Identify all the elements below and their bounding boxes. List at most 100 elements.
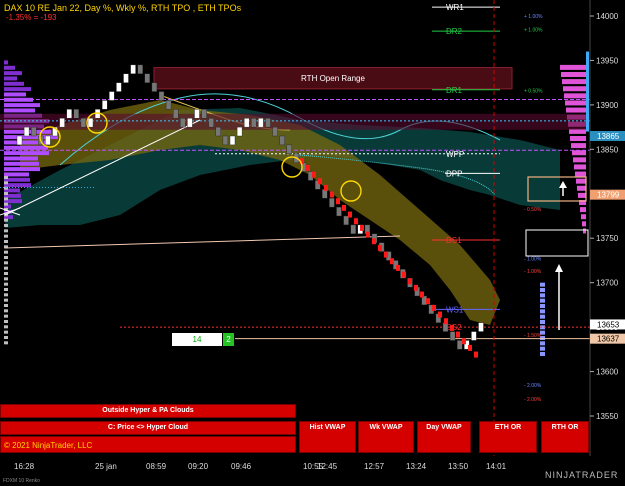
tpo-row-grey <box>4 266 8 270</box>
tpo-row <box>4 161 39 166</box>
arrow-head-2 <box>555 264 563 272</box>
renko-brick-red <box>348 211 352 218</box>
tpo-row-grey <box>4 229 8 233</box>
day-vwap-button[interactable]: Day VWAP <box>417 421 471 453</box>
tpo-right-row <box>573 157 586 163</box>
rth-or-button[interactable]: RTH OR <box>541 421 589 453</box>
copyright: © 2021 NinjaTrader, LLC <box>4 441 93 450</box>
tpo-row-grey <box>4 314 8 318</box>
renko-brick <box>45 135 51 146</box>
trend-line-flat <box>4 235 401 249</box>
renko-brick <box>229 135 236 146</box>
day-change: -1.35% = -193 <box>6 13 57 22</box>
renko-brick <box>208 118 214 128</box>
tpo-right-blue <box>540 298 545 303</box>
renko-brick <box>144 73 151 83</box>
y-tick-label: 13750 <box>596 234 619 243</box>
renko-brick <box>201 109 207 119</box>
renko-brick <box>457 340 463 350</box>
x-tick-label: 08:59 <box>146 462 167 471</box>
tpo-right-blue <box>540 314 545 319</box>
renko-brick-red <box>432 304 436 311</box>
renko-brick <box>73 109 80 119</box>
x-tick-label: 09:46 <box>231 462 252 471</box>
renko-brick-red <box>462 338 466 345</box>
tpo-row-grey <box>4 176 8 179</box>
counter-value: 14 <box>172 333 222 346</box>
renko-brick <box>151 82 158 92</box>
renko-brick-red <box>390 258 394 265</box>
tpo-row <box>4 87 31 92</box>
renko-brick <box>265 118 271 128</box>
tpo-row-grey <box>4 261 8 265</box>
renko-brick-red <box>444 318 448 325</box>
tpo-right-blue <box>540 309 545 314</box>
tpo-row-grey <box>4 330 8 334</box>
ninjatrader-logo: NINJATRADER <box>545 470 619 480</box>
wk-vwap-button[interactable]: Wk VWAP <box>358 421 414 453</box>
renko-brick <box>101 100 108 110</box>
tpo-row <box>4 183 31 188</box>
arrow-head-1 <box>559 181 567 188</box>
level-label-wr1: WR1 <box>446 3 464 12</box>
renko-brick <box>130 64 136 74</box>
tpo-row-grey <box>4 240 8 243</box>
hist-vwap-button[interactable]: Hist VWAP <box>299 421 356 453</box>
short-target-box <box>525 229 589 257</box>
tpo-right-row <box>563 86 586 92</box>
tpo-row-grey <box>4 181 8 185</box>
tpo-right-blue <box>540 352 545 356</box>
renko-brick-red <box>456 331 460 338</box>
renko-brick <box>329 198 335 208</box>
renko-brick-red <box>360 224 364 231</box>
tpo-row <box>4 81 24 86</box>
tpo-right-row <box>565 100 586 106</box>
renko-brick <box>471 331 477 341</box>
renko-brick-red <box>330 191 334 198</box>
tpo-right-row <box>570 136 586 141</box>
y-tick-label: 14000 <box>596 12 619 21</box>
x-tick-label: 16:28 <box>14 462 35 471</box>
renko-brick <box>116 82 122 92</box>
renko-brick <box>16 135 23 146</box>
tpo-row <box>4 76 17 81</box>
outside-hyper-button[interactable]: Outside Hyper & PA Clouds <box>0 404 296 418</box>
tpo-row-grey <box>4 320 8 323</box>
tpo-row-grey <box>4 202 8 206</box>
renko-brick-red <box>438 311 442 318</box>
pct-label: - 0.50% <box>524 207 542 213</box>
y-tick-label: 13700 <box>596 279 619 288</box>
tpo-right-row <box>580 207 586 213</box>
x-tick-label: 25 jan <box>95 462 117 471</box>
tpo-right-blue <box>540 288 545 292</box>
level-label-dr1: DR1 <box>446 86 463 95</box>
x-tick-label: 09:20 <box>188 462 209 471</box>
y-tick-label: 13900 <box>596 101 619 110</box>
renko-brick-red <box>324 184 328 191</box>
level-label-dpp: DPP <box>446 169 462 178</box>
pct-label: + 1.00% <box>524 27 543 33</box>
renko-brick-red <box>312 171 316 178</box>
level-label-ws1: WS1 <box>446 305 464 314</box>
pct-label: - 1.50% <box>524 333 542 339</box>
renko-brick <box>350 224 356 234</box>
price-hyper-button[interactable]: C: Price <> Hyper Cloud <box>0 421 296 435</box>
price-marker-label: 13799 <box>597 191 620 200</box>
tpo-right-row <box>581 214 586 220</box>
renko-brick <box>87 118 94 128</box>
level-label-wpp: WPP <box>446 150 464 159</box>
renko-brick <box>23 126 30 137</box>
renko-brick-red <box>450 324 454 331</box>
y-tick-label: 13850 <box>596 145 619 154</box>
renko-brick <box>236 126 243 137</box>
renko-brick-red <box>318 178 322 185</box>
tpo-row-grey <box>4 234 8 238</box>
tpo-row-grey <box>4 309 8 313</box>
tpo-right-row <box>562 79 586 85</box>
tpo-right-blue <box>540 320 545 324</box>
tpo-row <box>4 156 38 161</box>
eth-or-button[interactable]: ETH OR <box>479 421 537 453</box>
level-label-ds1: DS1 <box>446 236 462 245</box>
renko-brick <box>258 118 264 128</box>
renko-brick-red <box>384 251 388 258</box>
